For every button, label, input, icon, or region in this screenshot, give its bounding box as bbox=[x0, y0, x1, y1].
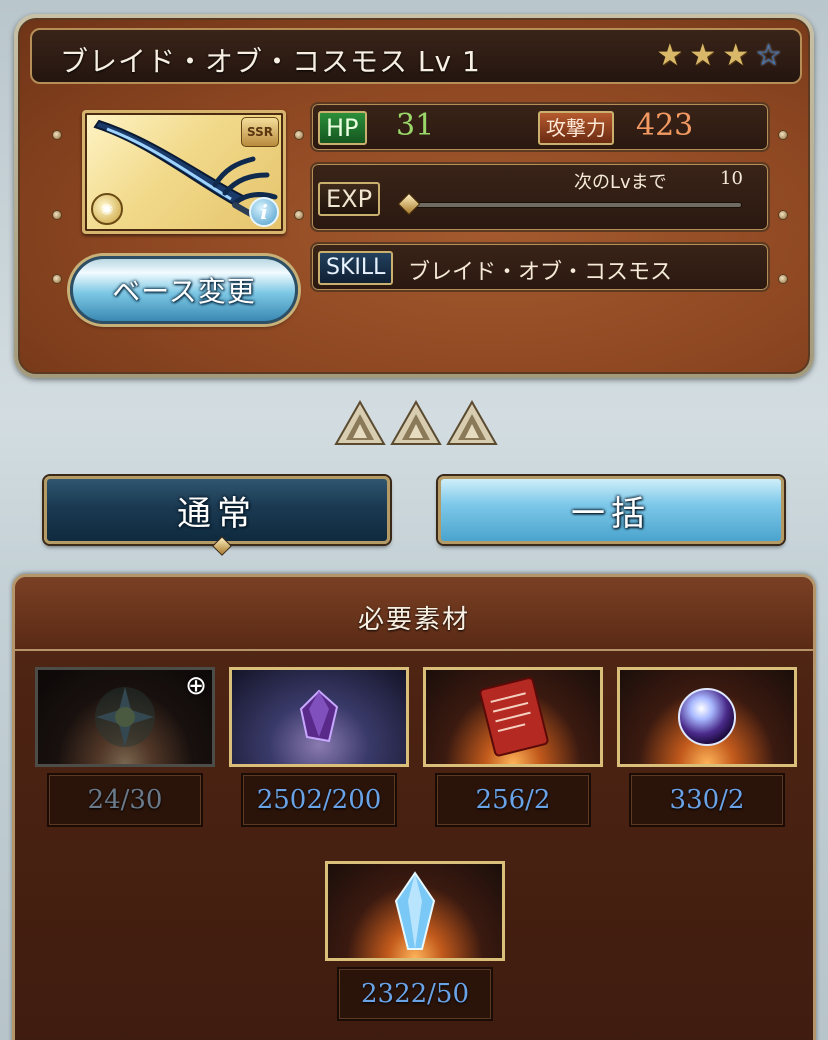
rivet-decoration bbox=[778, 130, 788, 140]
rarity-stars: ★ ★ ★ ☆ bbox=[656, 40, 782, 72]
rivet-decoration bbox=[778, 274, 788, 284]
upgrade-triangles bbox=[334, 400, 498, 446]
material-thumbnail[interactable] bbox=[325, 861, 505, 961]
material-item[interactable]: 2322/50 bbox=[325, 861, 505, 1027]
weapon-card-body: ブレイド・オブ・コスモス Lv 1 ★ ★ ★ ☆ SSR ✺ i ベース変更 … bbox=[18, 18, 810, 374]
star-filled-icon: ★ bbox=[689, 38, 717, 73]
rivet-decoration bbox=[778, 210, 788, 220]
material-thumbnail[interactable] bbox=[617, 667, 797, 767]
triangle-ornament-icon bbox=[446, 400, 498, 445]
rivet-decoration bbox=[294, 130, 304, 140]
rivet-decoration bbox=[294, 210, 304, 220]
skill-panel: SKILL ブレイド・オブ・コスモス bbox=[310, 242, 770, 292]
mode-normal-button[interactable]: 通常 bbox=[44, 476, 390, 556]
star-filled-icon: ★ bbox=[722, 38, 750, 73]
skill-name[interactable]: ブレイド・オブ・コスモス bbox=[408, 254, 672, 286]
ssr-badge: SSR bbox=[241, 117, 279, 147]
info-icon[interactable]: i bbox=[249, 197, 279, 227]
triangle-ornament-icon bbox=[334, 400, 386, 445]
materials-panel: 必要素材 ⊕ 24/30 2502/200 256/2 330/2 2322/5… bbox=[12, 574, 816, 1040]
material-count: 330/2 bbox=[629, 773, 785, 827]
base-change-label: ベース変更 bbox=[112, 275, 256, 308]
weapon-card: ブレイド・オブ・コスモス Lv 1 ★ ★ ★ ☆ SSR ✺ i ベース変更 … bbox=[14, 14, 814, 378]
materials-title: 必要素材 bbox=[357, 605, 470, 635]
exp-panel: 次のLvまで 10 EXP bbox=[310, 162, 770, 232]
material-count: 256/2 bbox=[435, 773, 591, 827]
mode-normal-label: 通常 bbox=[177, 493, 257, 534]
green-crystal-flower-icon bbox=[95, 687, 155, 747]
star-filled-icon: ★ bbox=[656, 38, 684, 73]
material-item[interactable]: 2502/200 bbox=[229, 667, 409, 833]
material-thumbnail[interactable] bbox=[229, 667, 409, 767]
weapon-title-bar: ブレイド・オブ・コスモス Lv 1 ★ ★ ★ ☆ bbox=[30, 28, 802, 84]
zoom-icon[interactable]: ⊕ bbox=[181, 671, 211, 701]
star-empty-icon: ☆ bbox=[755, 38, 782, 73]
base-change-button[interactable]: ベース変更 bbox=[70, 256, 298, 324]
blue-crystal-icon bbox=[394, 871, 436, 950]
mode-bulk-button[interactable]: 一括 bbox=[438, 476, 784, 544]
material-thumbnail[interactable] bbox=[423, 667, 603, 767]
hp-atk-panel: HP 31 攻撃力 423 bbox=[310, 102, 770, 152]
triangle-ornament-icon bbox=[390, 400, 442, 445]
next-lv-label: 次のLvまで bbox=[574, 172, 667, 193]
material-item[interactable]: 256/2 bbox=[423, 667, 603, 833]
weapon-portrait[interactable]: SSR ✺ i bbox=[82, 110, 286, 234]
atk-value: 423 bbox=[636, 108, 694, 143]
exp-label: EXP bbox=[318, 182, 381, 216]
skill-label: SKILL bbox=[318, 251, 394, 285]
rivet-decoration bbox=[52, 210, 62, 220]
material-count: 24/30 bbox=[47, 773, 203, 827]
rivet-decoration bbox=[52, 130, 62, 140]
mode-bulk-label: 一括 bbox=[571, 493, 651, 534]
red-scroll-icon bbox=[479, 677, 549, 757]
materials-header: 必要素材 bbox=[15, 577, 813, 651]
hp-value: 31 bbox=[396, 108, 435, 143]
exp-bar bbox=[397, 192, 742, 216]
material-item[interactable]: 330/2 bbox=[617, 667, 797, 833]
light-element-icon: ✺ bbox=[91, 193, 123, 225]
cosmic-orb-icon bbox=[678, 688, 736, 746]
purple-gem-icon bbox=[299, 689, 339, 743]
material-count: 2322/50 bbox=[337, 967, 493, 1021]
weapon-title: ブレイド・オブ・コスモス Lv 1 bbox=[60, 45, 481, 78]
selected-indicator-icon bbox=[212, 536, 232, 556]
material-item[interactable]: ⊕ 24/30 bbox=[35, 667, 215, 833]
atk-label: 攻撃力 bbox=[538, 111, 614, 145]
next-lv-value: 10 bbox=[720, 168, 743, 189]
rivet-decoration bbox=[52, 274, 62, 284]
material-count: 2502/200 bbox=[241, 773, 397, 827]
exp-knob-icon bbox=[397, 192, 421, 216]
hp-label: HP bbox=[318, 111, 367, 145]
